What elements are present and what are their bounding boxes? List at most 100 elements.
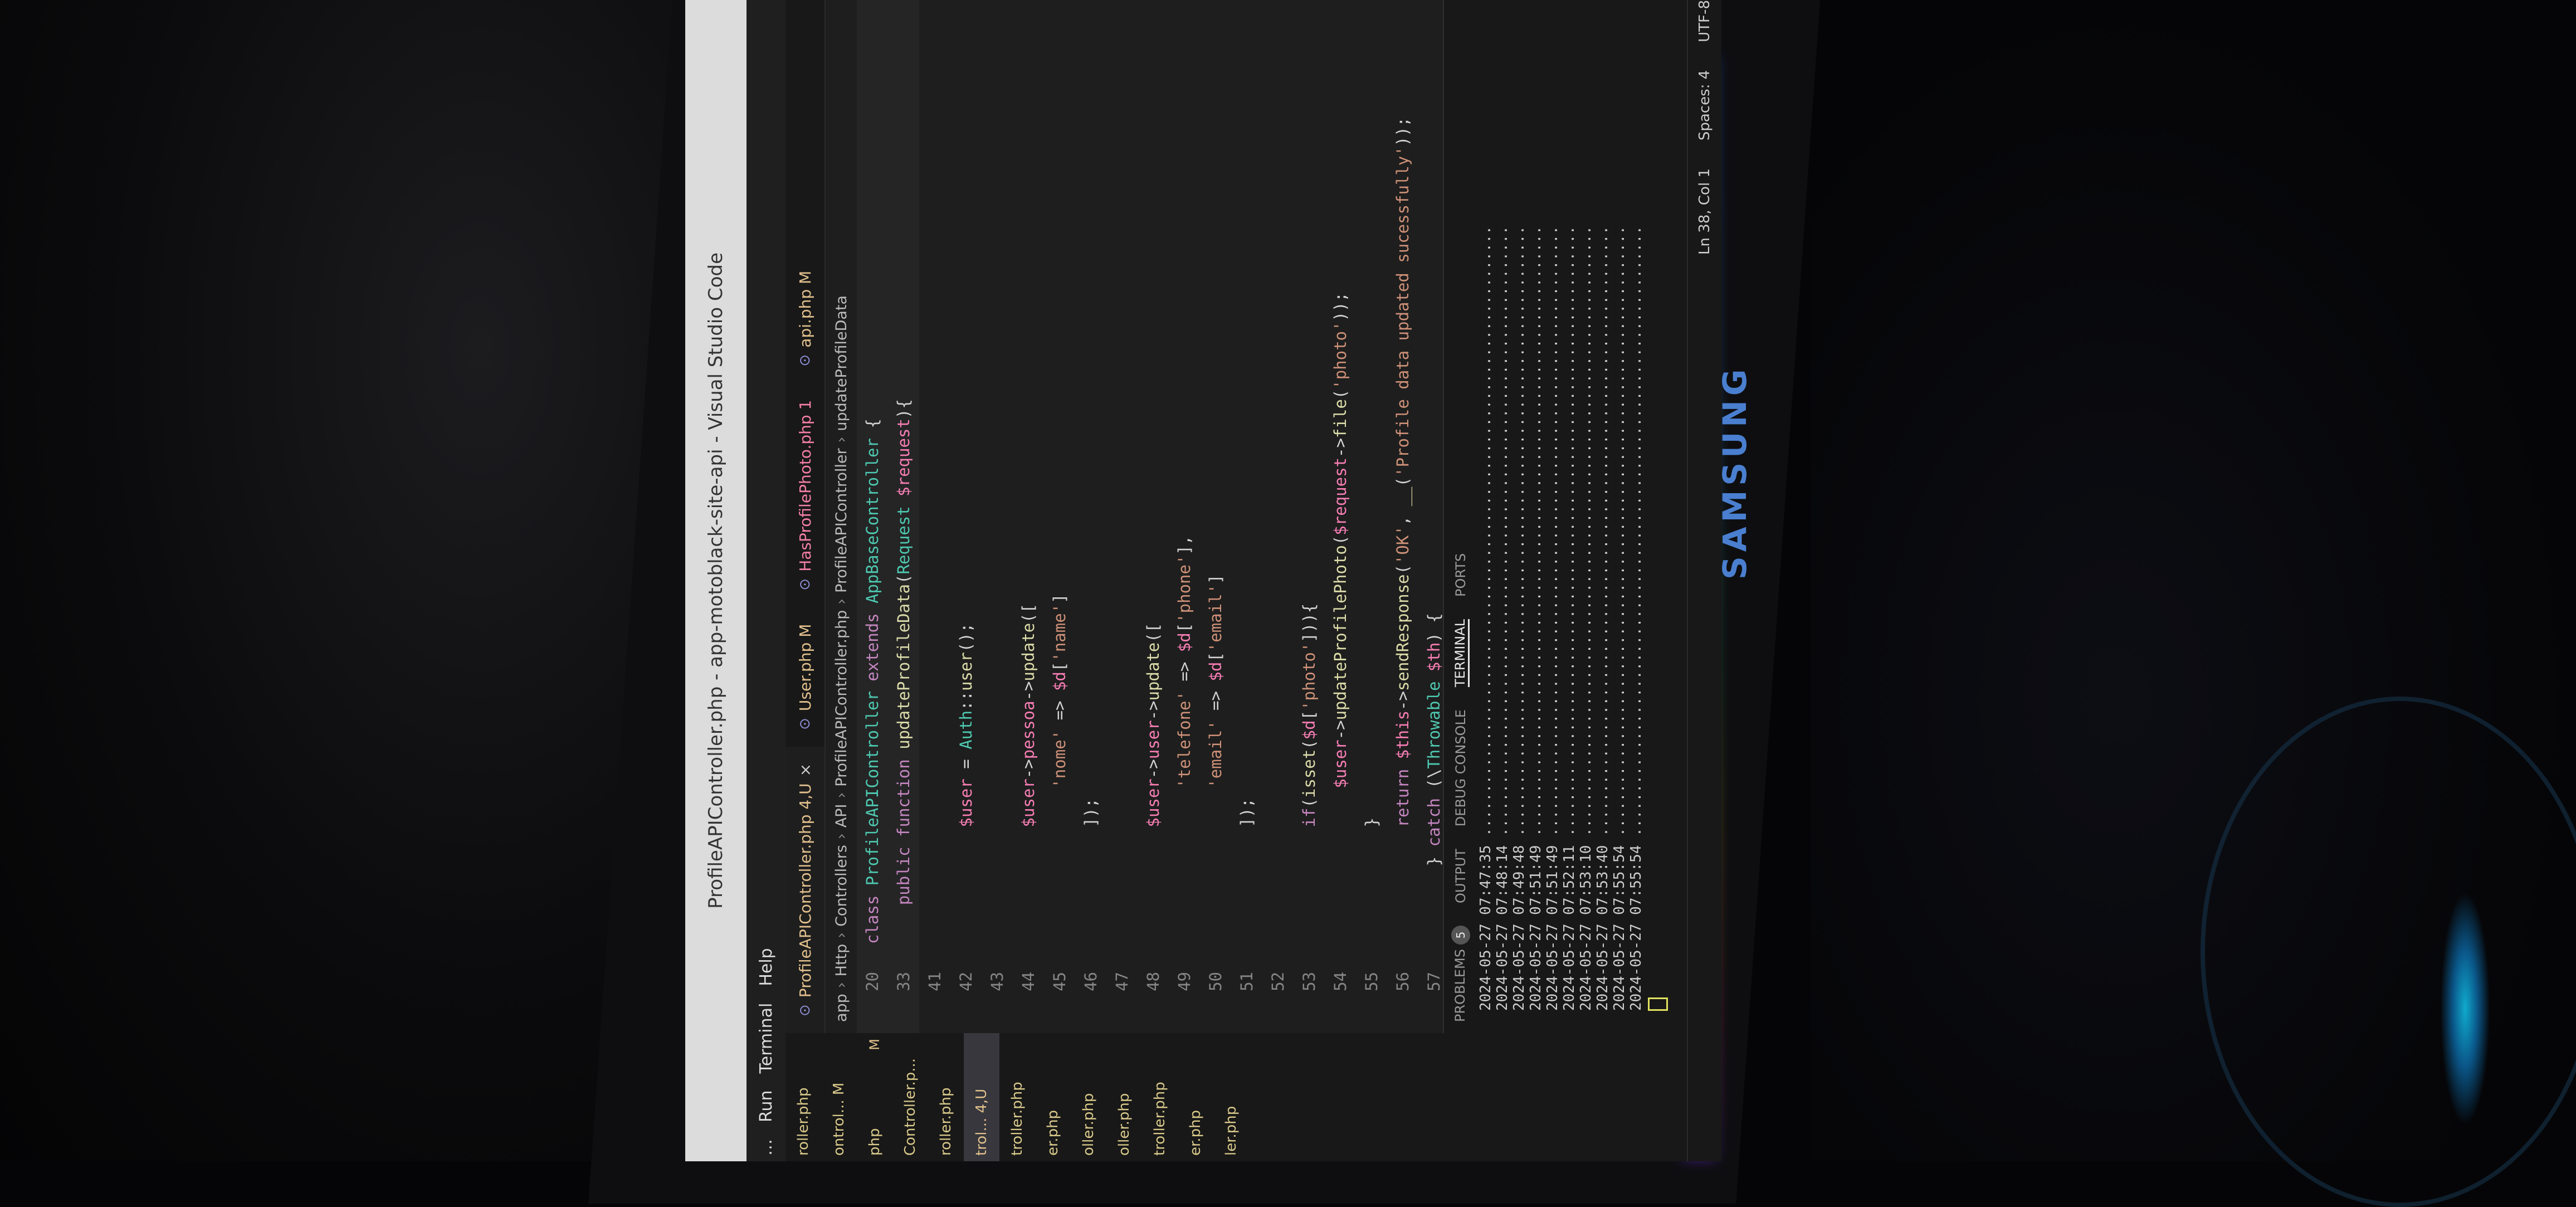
menu-more[interactable]: … xyxy=(757,1139,776,1156)
line-number: 43 xyxy=(988,972,1007,991)
code-line: 44 $user -> pessoa -> update([ xyxy=(1013,0,1044,1033)
line-number: 33 xyxy=(894,972,913,991)
sidebar-file-item[interactable]: troller.php xyxy=(1142,1033,1178,1161)
code-token: 'telefone' xyxy=(1175,681,1194,944)
tab-label: api.php M xyxy=(796,270,814,348)
cursor-position[interactable]: Ln 38, Col 1 xyxy=(1696,168,1713,255)
tab-terminal[interactable]: TERMINAL xyxy=(1452,619,1470,688)
close-icon[interactable]: × xyxy=(796,763,814,776)
code-line: 41 xyxy=(919,0,950,1033)
code-token: { xyxy=(863,418,882,429)
sidebar-file-item[interactable]: php M xyxy=(857,1033,892,1161)
rgb-mouse-glow xyxy=(2440,892,2490,1126)
code-token: user xyxy=(1144,720,1163,760)
chevron-right-icon: › xyxy=(832,598,850,605)
breadcrumb-item[interactable]: updateProfileData xyxy=(833,295,850,431)
breadcrumb-item[interactable]: Http xyxy=(833,944,850,977)
terminal-cursor xyxy=(1648,997,1668,1011)
bottom-panel: PROBLEMS5 OUTPUT DEBUG CONSOLE TERMINAL … xyxy=(1443,0,1689,1033)
code-token: ( xyxy=(1331,389,1350,400)
php-icon: ⊙ xyxy=(797,578,813,591)
code-token: => xyxy=(1175,652,1194,682)
terminal-line: 2024-05-27 07:47:35 ....................… xyxy=(1477,226,1494,1011)
code-line: 49 'telefone' => $d['phone'], xyxy=(1169,0,1200,1033)
sidebar-file-item[interactable]: oller.php xyxy=(1071,1033,1106,1161)
sidebar-file-item[interactable]: ler.php xyxy=(1213,1033,1249,1161)
terminal-line: 2024-05-27 07:49:48 ....................… xyxy=(1511,226,1528,1011)
sidebar-file-item[interactable]: roller.php xyxy=(786,1033,821,1161)
code-token: pessoa xyxy=(1019,700,1038,760)
editor-tab[interactable]: ⊙ ProfileAPIController.php 4,U × xyxy=(786,746,824,1033)
tab-problems[interactable]: PROBLEMS5 xyxy=(1451,926,1470,1022)
php-icon: ⊙ xyxy=(797,354,813,367)
line-number: 54 xyxy=(1331,972,1350,991)
panel-tabs: PROBLEMS5 OUTPUT DEBUG CONSOLE TERMINAL … xyxy=(1444,0,1477,1033)
sidebar-file-label: ler.php xyxy=(1223,1106,1240,1156)
code-token: catch xyxy=(1424,788,1443,847)
line-number: 46 xyxy=(1081,972,1100,991)
breadcrumb: app › Http › Controllers › API › ProfileAPIContr… xyxy=(826,0,857,1033)
sidebar-file-item[interactable]: troller.php xyxy=(999,1033,1035,1161)
sidebar-file-item[interactable]: er.php xyxy=(1035,1033,1071,1161)
terminal-line: 2024-05-27 07:51:49 ....................… xyxy=(1544,226,1561,1011)
editor: ⊙ ProfileAPIController.php 4,U × ⊙ User.php … xyxy=(786,0,1568,1033)
sidebar-file-item[interactable]: oller.php xyxy=(1106,1033,1142,1161)
tab-debug-console[interactable]: DEBUG CONSOLE xyxy=(1453,709,1468,826)
sidebar-file-item[interactable]: roller.php xyxy=(928,1033,964,1161)
code-token: -> xyxy=(1019,681,1038,701)
code-token: )); xyxy=(1331,292,1350,322)
sidebar-file-item[interactable]: trol... 4,U xyxy=(964,1033,999,1161)
code-token: $th xyxy=(1424,642,1443,672)
code-token: 'name' xyxy=(1050,603,1069,662)
code-line: 20 class ProfileAPIController extends App… xyxy=(857,0,888,1033)
window-title: ProfileAPIController.php - app-motoblack… xyxy=(705,252,727,909)
chevron-right-icon: › xyxy=(832,792,850,799)
editor-tab[interactable]: ⊙ User.php M xyxy=(786,607,824,747)
php-icon: ⊙ xyxy=(797,718,813,730)
code-token: = xyxy=(957,749,975,769)
sidebar-file-label: php xyxy=(866,1128,883,1156)
menu-item-terminal[interactable]: Terminal xyxy=(757,1003,776,1074)
code-line: 46 ]); xyxy=(1075,0,1106,1033)
code-token: $user xyxy=(1019,778,1038,944)
code-token: $d xyxy=(1175,632,1194,653)
code-token: [ xyxy=(1300,710,1319,721)
sidebar-file-item[interactable]: er.php xyxy=(1178,1033,1213,1161)
indentation[interactable]: Spaces: 4 xyxy=(1696,70,1713,140)
line-number: 47 xyxy=(1113,972,1131,991)
code-token: 'email' xyxy=(1206,710,1225,944)
encoding[interactable]: UTF-8 xyxy=(1696,0,1713,42)
breadcrumb-item[interactable]: ProfileAPIController.php xyxy=(833,610,850,787)
line-number: 50 xyxy=(1206,972,1225,991)
problems-count: 5 xyxy=(1451,926,1470,945)
code-token: __ xyxy=(1393,486,1412,507)
breadcrumb-item[interactable]: Controllers xyxy=(833,845,850,927)
code-token: Throwable xyxy=(1424,671,1443,769)
editor-tab[interactable]: ⊙ HasProfilePhoto.php 1 xyxy=(786,383,824,607)
code-token: file xyxy=(1331,399,1350,439)
code-token: 'photo' xyxy=(1300,642,1319,710)
line-number: 55 xyxy=(1362,972,1381,991)
line-number: 42 xyxy=(957,972,975,991)
code-token: :: xyxy=(957,691,975,710)
tab-output[interactable]: OUTPUT xyxy=(1453,849,1468,903)
code-token: -> xyxy=(1144,700,1163,721)
breadcrumb-item[interactable]: API xyxy=(833,804,850,828)
code-token: $d xyxy=(1050,671,1069,692)
code-token: ]); xyxy=(1237,798,1256,944)
code-token: ( xyxy=(1331,535,1350,546)
menu-item-run[interactable]: Run xyxy=(757,1090,776,1122)
tab-ports[interactable]: PORTS xyxy=(1453,553,1468,597)
terminal-output[interactable]: 2024-05-27 07:47:35 ....................… xyxy=(1477,0,1668,1033)
sidebar-file-item[interactable]: ontrol... M xyxy=(821,1033,857,1161)
code-token: $request xyxy=(894,418,913,497)
code-token: 'email' xyxy=(1206,583,1225,653)
menu-item-help[interactable]: Help xyxy=(757,948,776,986)
breadcrumb-item[interactable]: app xyxy=(833,994,850,1022)
sidebar-file-label: roller.php xyxy=(795,1087,812,1156)
code-token: user xyxy=(957,652,975,692)
line-number: 53 xyxy=(1300,972,1319,991)
sidebar-file-item[interactable]: Controller.p... xyxy=(892,1033,928,1161)
editor-tab[interactable]: ⊙ api.php M xyxy=(786,254,824,383)
breadcrumb-item[interactable]: ProfileAPIController xyxy=(833,448,850,592)
